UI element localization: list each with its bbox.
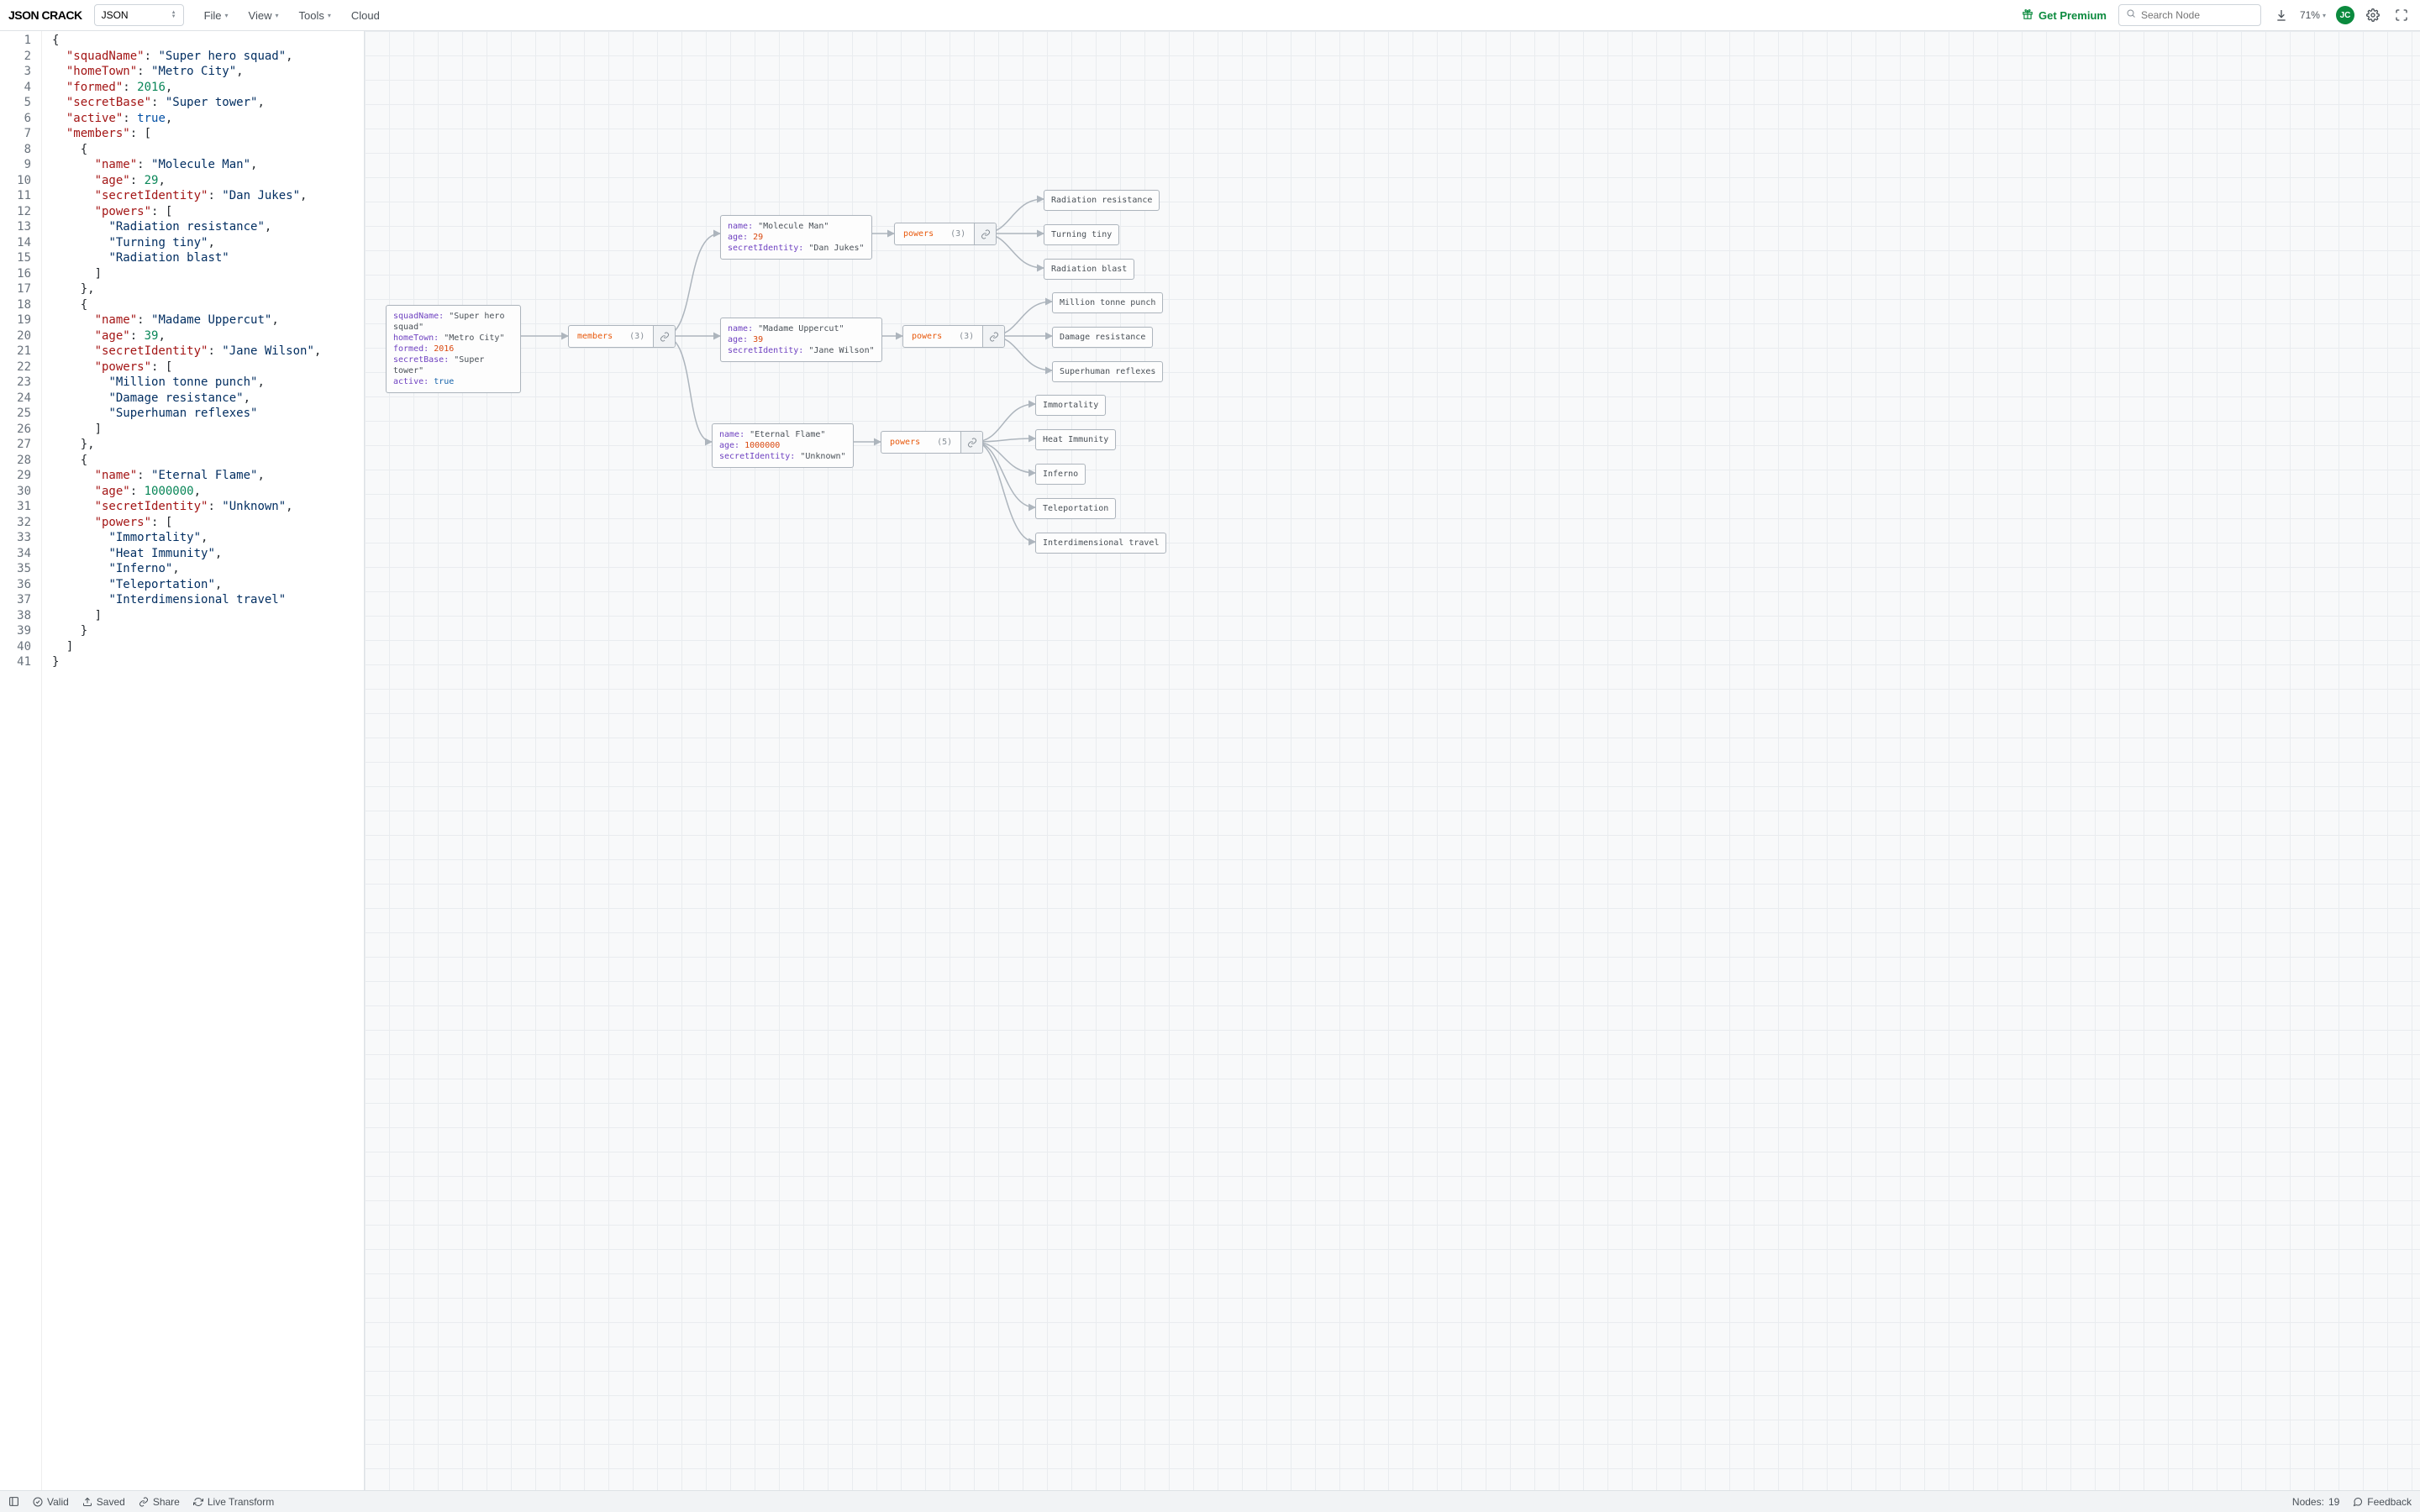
node-members-array[interactable]: members (3)	[568, 325, 676, 348]
status-live-transform-label: Live Transform	[208, 1496, 274, 1508]
search-node-field[interactable]	[2141, 9, 2254, 21]
feedback-label: Feedback	[2367, 1496, 2412, 1508]
line-gutter: 1234567891011121314151617181920212223242…	[0, 31, 42, 1490]
node-value: "Molecule Man"	[758, 222, 829, 231]
node-array-label: powers	[903, 326, 950, 347]
node-leaf[interactable]: Superhuman reflexes	[1052, 361, 1163, 382]
zoom-dropdown[interactable]: 71% ▾	[2300, 9, 2326, 21]
node-root-object[interactable]: squadName: "Super hero squad" homeTown: …	[386, 305, 521, 393]
node-array-count: (3)	[950, 326, 982, 347]
menu-cloud[interactable]: Cloud	[341, 4, 390, 27]
node-value: "Madame Uppercut"	[758, 324, 844, 333]
status-share-label: Share	[153, 1496, 180, 1508]
user-avatar[interactable]: JC	[2336, 6, 2354, 24]
code-editor[interactable]: 1234567891011121314151617181920212223242…	[0, 31, 365, 1490]
code-content[interactable]: { "squadName": "Super hero squad", "home…	[42, 31, 364, 1490]
node-member-object[interactable]: name: "Madame Uppercut" age: 39 secretId…	[720, 318, 882, 362]
nodes-count: 19	[2328, 1496, 2339, 1508]
node-powers-array[interactable]: powers (5)	[881, 431, 983, 454]
node-value: "Dan Jukes"	[808, 244, 864, 253]
menu-file[interactable]: File ▾	[194, 4, 239, 27]
status-valid[interactable]: Valid	[33, 1496, 69, 1508]
app-logo: JSON CRACK	[8, 8, 82, 22]
feedback-button[interactable]: Feedback	[2353, 1496, 2412, 1508]
chevron-down-icon: ▾	[2323, 12, 2326, 19]
status-node-count: Nodes: 19	[2292, 1496, 2339, 1508]
node-leaf[interactable]: Interdimensional travel	[1035, 533, 1166, 554]
settings-button[interactable]	[2363, 5, 2383, 25]
node-powers-array[interactable]: powers (3)	[902, 325, 1005, 348]
node-value: true	[434, 377, 454, 386]
nodes-label: Nodes:	[2292, 1496, 2324, 1508]
avatar-initials: JC	[2340, 11, 2351, 20]
search-icon	[2126, 8, 2136, 23]
format-select-value: JSON	[102, 9, 129, 21]
node-array-label: powers	[895, 223, 942, 244]
node-value: "Jane Wilson"	[808, 346, 874, 355]
chevron-down-icon: ▾	[225, 12, 229, 19]
status-saved-label: Saved	[97, 1496, 125, 1508]
topbar: JSON CRACK JSON ▲▼ File ▾ View ▾ Tools ▾…	[0, 0, 2420, 31]
graph-edges	[365, 31, 2420, 1490]
node-leaf[interactable]: Damage resistance	[1052, 327, 1153, 348]
node-member-object[interactable]: name: "Molecule Man" age: 29 secretIdent…	[720, 215, 872, 260]
node-value: "Unknown"	[800, 452, 845, 461]
link-icon[interactable]	[960, 432, 982, 453]
status-bar: Valid Saved Share Live Transform Nodes: …	[0, 1490, 2420, 1512]
node-leaf[interactable]: Heat Immunity	[1035, 429, 1116, 450]
node-leaf[interactable]: Radiation blast	[1044, 259, 1134, 280]
node-leaf[interactable]: Teleportation	[1035, 498, 1116, 519]
menu-view-label: View	[249, 9, 272, 22]
search-node-input[interactable]	[2118, 4, 2261, 26]
download-button[interactable]	[2271, 5, 2291, 25]
get-premium-label: Get Premium	[2039, 9, 2107, 22]
chevron-down-icon: ▾	[276, 12, 279, 19]
node-leaf[interactable]: Million tonne punch	[1052, 292, 1163, 313]
zoom-value: 71%	[2300, 9, 2320, 21]
status-live-transform[interactable]: Live Transform	[193, 1496, 274, 1508]
menu-tools[interactable]: Tools ▾	[289, 4, 341, 27]
node-value: "Metro City"	[444, 333, 504, 343]
status-share[interactable]: Share	[139, 1496, 180, 1508]
status-saved[interactable]: Saved	[82, 1496, 125, 1508]
node-value: 2016	[434, 344, 454, 354]
toggle-panel-button[interactable]	[8, 1496, 19, 1507]
node-array-count: (5)	[929, 432, 960, 453]
fullscreen-button[interactable]	[2391, 5, 2412, 25]
node-leaf[interactable]: Immortality	[1035, 395, 1106, 416]
get-premium-button[interactable]: Get Premium	[2022, 8, 2107, 23]
chevron-down-icon: ▾	[328, 12, 331, 19]
node-leaf[interactable]: Radiation resistance	[1044, 190, 1160, 211]
link-icon[interactable]	[982, 326, 1004, 347]
select-chevrons-icon: ▲▼	[171, 11, 176, 19]
node-array-label: powers	[881, 432, 929, 453]
format-select[interactable]: JSON ▲▼	[94, 4, 184, 26]
link-icon[interactable]	[653, 326, 675, 347]
node-value: 1000000	[744, 441, 780, 450]
node-array-count: (3)	[621, 326, 653, 347]
menu-tools-label: Tools	[299, 9, 324, 22]
link-icon[interactable]	[974, 223, 996, 244]
node-value: "Eternal Flame"	[750, 430, 825, 439]
menu-cloud-label: Cloud	[351, 9, 380, 22]
node-array-count: (3)	[942, 223, 974, 244]
diagram-canvas[interactable]: squadName: "Super hero squad" homeTown: …	[365, 31, 2420, 1490]
menu-file-label: File	[204, 9, 222, 22]
status-valid-label: Valid	[47, 1496, 69, 1508]
node-member-object[interactable]: name: "Eternal Flame" age: 1000000 secre…	[712, 423, 854, 468]
node-array-label: members	[569, 326, 621, 347]
node-value: 39	[753, 335, 763, 344]
menu-view[interactable]: View ▾	[239, 4, 289, 27]
node-powers-array[interactable]: powers (3)	[894, 223, 997, 245]
main-area: 1234567891011121314151617181920212223242…	[0, 31, 2420, 1490]
node-leaf[interactable]: Inferno	[1035, 464, 1086, 485]
node-value: 29	[753, 233, 763, 242]
node-leaf[interactable]: Turning tiny	[1044, 224, 1119, 245]
gift-icon	[2022, 8, 2033, 23]
